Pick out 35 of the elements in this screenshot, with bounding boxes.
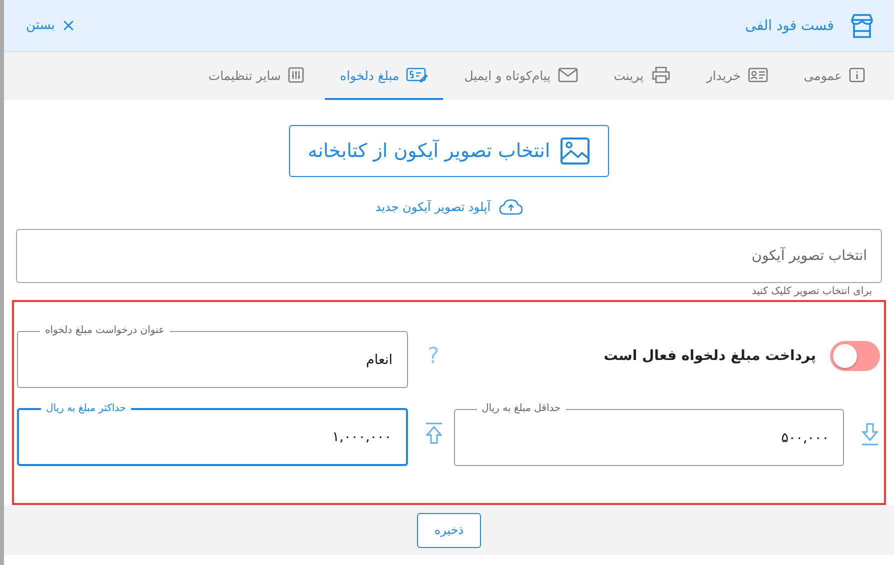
envelope-icon (558, 67, 578, 83)
input-field[interactable]: عنوان درخواست مبلغ دلخواه انعام (17, 324, 408, 388)
info-icon (849, 67, 865, 83)
money-note-icon (406, 67, 428, 83)
field-label: حداقل مبلغ به ریال (480, 402, 562, 416)
tab[interactable]: عمومی (788, 52, 880, 100)
arrow-down-icon (860, 422, 880, 446)
tab[interactable]: پیام‌کوتاه و ایمیل (449, 52, 593, 100)
close-icon (63, 20, 74, 31)
toggle-label: پرداخت مبلغ دلخواه فعال است (604, 348, 816, 364)
close-button[interactable]: بستن (24, 16, 76, 35)
field-value: ۵۰۰,۰۰۰ (781, 430, 829, 446)
input-field[interactable]: حداکثر مبلغ به ریال ۱,۰۰۰,۰۰۰ (17, 402, 408, 466)
store-icon (848, 12, 876, 40)
arrow-up-icon (424, 422, 444, 446)
tab[interactable]: خریدار (692, 52, 783, 100)
window-title: فست فود الفی (745, 18, 834, 34)
toggle-switch[interactable] (830, 341, 880, 371)
tab[interactable]: سایر تنظیمات (193, 52, 320, 100)
printer-icon (650, 66, 671, 84)
field-hint: برای انتخاب تصویر کلیک کنید (752, 286, 872, 297)
cloud-upload-icon (498, 199, 523, 215)
contact-card-icon (748, 67, 768, 83)
image-icon (560, 137, 590, 165)
field-label: عنوان درخواست مبلغ دلخواه (44, 324, 166, 338)
icon-select-field[interactable]: انتخاب تصویر آیکون (16, 229, 882, 283)
field-value: ۱,۰۰۰,۰۰۰ (332, 429, 392, 445)
upload-link[interactable]: آپلود تصویر آیکون جدید (375, 199, 523, 215)
tab[interactable]: پرینت (598, 52, 686, 100)
field-value: انعام (366, 352, 392, 368)
field-label: حداکثر مبلغ به ریال (45, 402, 128, 416)
sliders-icon (288, 67, 304, 83)
save-button[interactable]: ذخیره (417, 512, 481, 548)
library-button[interactable]: انتخاب تصویر آیکون از کتابخانه (288, 125, 610, 177)
input-field[interactable]: حداقل مبلغ به ریال ۵۰۰,۰۰۰ (454, 402, 844, 466)
